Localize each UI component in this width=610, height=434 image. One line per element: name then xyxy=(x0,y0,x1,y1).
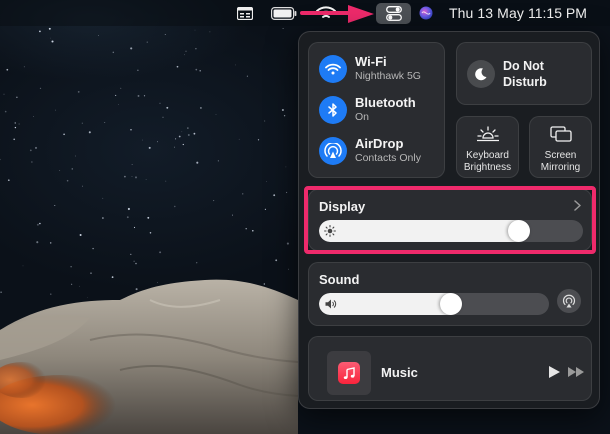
keyboard-brightness-label: Keyboard Brightness xyxy=(457,150,518,174)
fast-forward-icon[interactable] xyxy=(567,366,585,378)
keyboard-brightness-icon xyxy=(457,126,518,142)
display-highlight-annotation xyxy=(304,186,596,254)
wifi-button[interactable] xyxy=(319,55,347,83)
screen-mirroring-icon xyxy=(530,126,591,142)
window-grid-icon[interactable] xyxy=(236,4,254,22)
play-icon[interactable] xyxy=(547,365,561,379)
network-tile: Wi-Fi Nighthawk 5G Bluetooth On AirDrop … xyxy=(308,42,445,178)
dnd-label-line2: Disturb xyxy=(503,74,547,89)
wifi-toggle[interactable]: Wi-Fi Nighthawk 5G xyxy=(319,54,421,83)
sound-tile: Sound xyxy=(308,262,592,326)
dnd-button[interactable] xyxy=(467,60,495,88)
volume-slider-knob[interactable] xyxy=(440,293,462,315)
airdrop-button[interactable] xyxy=(319,137,347,165)
keyboard-brightness-line1: Keyboard xyxy=(466,150,509,161)
wifi-network-name: Nighthawk 5G xyxy=(355,70,421,83)
volume-slider[interactable] xyxy=(319,293,549,315)
bluetooth-status: On xyxy=(355,111,370,124)
airdrop-title: AirDrop xyxy=(355,136,404,152)
control-center-button[interactable] xyxy=(376,3,411,24)
volume-slider-fill xyxy=(319,293,451,315)
screen-mirroring-line1: Screen xyxy=(544,150,577,161)
menu-bar-date[interactable]: Thu 13 May xyxy=(449,5,524,21)
menu-bar-time[interactable]: 11:15 PM xyxy=(528,5,587,21)
do-not-disturb-tile[interactable]: Do Not Disturb xyxy=(456,42,592,105)
dnd-label: Do Not Disturb xyxy=(503,59,583,90)
music-app-icon xyxy=(338,362,360,384)
dnd-label-line1: Do Not xyxy=(503,59,544,73)
sound-title: Sound xyxy=(319,272,360,287)
bluetooth-title: Bluetooth xyxy=(355,95,416,111)
wifi-icon xyxy=(325,63,341,75)
now-playing-tile[interactable]: Music xyxy=(308,336,592,401)
screen-mirroring-tile[interactable]: Screen Mirroring xyxy=(529,116,592,178)
keyboard-brightness-tile[interactable]: Keyboard Brightness xyxy=(456,116,519,178)
airplay-audio-icon xyxy=(562,294,576,308)
wifi-title: Wi-Fi xyxy=(355,54,387,70)
moon-icon xyxy=(475,68,487,81)
keyboard-brightness-line2: Brightness xyxy=(463,162,512,173)
control-center-icon xyxy=(385,6,402,21)
airdrop-toggle[interactable]: AirDrop Contacts Only xyxy=(319,136,421,165)
siri-icon[interactable] xyxy=(418,4,434,22)
battery-icon[interactable] xyxy=(271,4,297,22)
bluetooth-button[interactable] xyxy=(319,96,347,124)
airdrop-icon xyxy=(324,143,342,158)
screen-mirroring-label: Screen Mirroring xyxy=(530,150,591,174)
airplay-audio-button[interactable] xyxy=(557,289,581,313)
now-playing-title: Music xyxy=(381,365,418,380)
annotation-arrow xyxy=(300,5,374,23)
screen-mirroring-line2: Mirroring xyxy=(540,162,581,173)
airdrop-status: Contacts Only xyxy=(355,152,421,165)
bluetooth-icon xyxy=(328,103,337,117)
speaker-icon xyxy=(325,299,337,309)
music-album-art xyxy=(327,351,371,395)
bluetooth-toggle[interactable]: Bluetooth On xyxy=(319,95,416,124)
